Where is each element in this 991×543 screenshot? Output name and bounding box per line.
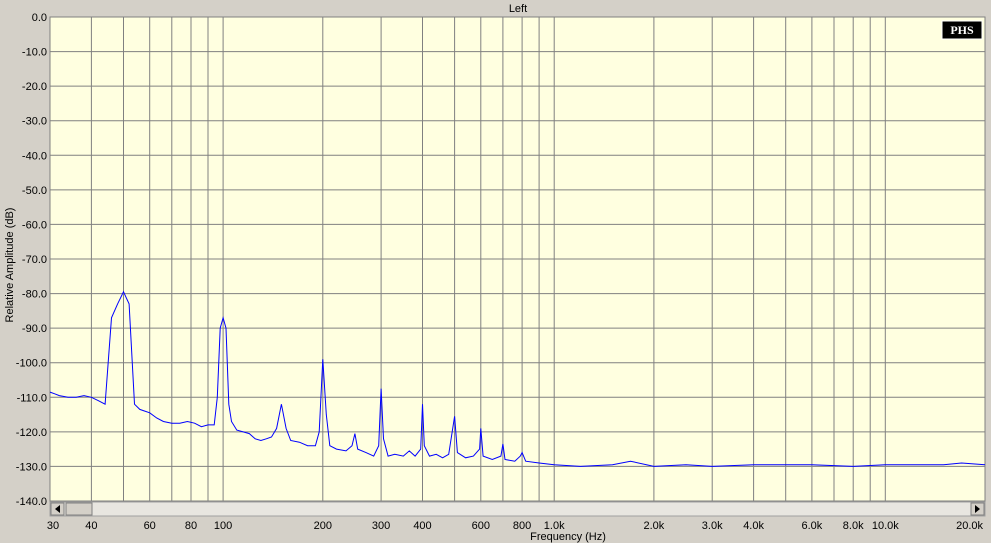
x-tick-label: 4.0k [743, 520, 764, 532]
y-axis-label: Relative Amplitude (dB) [4, 208, 16, 323]
x-axis-ticks: 30 40 60 80 100 200 300 400 600 800 1.0k 2.0k 3.0k 4.… [47, 520, 984, 532]
y-tick-label: -40.0 [22, 150, 47, 162]
x-tick-label: 400 [413, 520, 431, 532]
x-tick-label: 40 [85, 520, 97, 532]
y-tick-label: -70.0 [22, 254, 47, 266]
x-tick-label: 20.0k [956, 520, 983, 532]
x-tick-label: 60 [144, 520, 156, 532]
y-tick-label: -20.0 [22, 81, 47, 93]
x-tick-label: 600 [472, 520, 490, 532]
x-tick-label: 8.0k [843, 520, 864, 532]
horizontal-scrollbar[interactable] [49, 501, 986, 517]
y-tick-label: -80.0 [22, 289, 47, 301]
y-tick-label: -10.0 [22, 47, 47, 59]
x-tick-label: 200 [314, 520, 332, 532]
y-tick-label: -90.0 [22, 323, 47, 335]
y-tick-label: -120.0 [16, 427, 47, 439]
y-tick-label: -130.0 [16, 461, 47, 473]
y-tick-label: -100.0 [16, 358, 47, 370]
logo-text: PHS [950, 23, 974, 37]
y-tick-label: 0.0 [32, 12, 47, 24]
phs-logo: PHS [941, 20, 983, 40]
x-axis-label: Frequency (Hz) [530, 531, 606, 543]
y-tick-label: -110.0 [17, 392, 47, 404]
x-tick-label: 6.0k [802, 520, 823, 532]
x-tick-label: 300 [372, 520, 390, 532]
scroll-thumb[interactable] [65, 502, 93, 516]
x-tick-label: 3.0k [702, 520, 723, 532]
x-tick-label: 80 [185, 520, 197, 532]
y-tick-label: -50.0 [22, 185, 47, 197]
y-axis-ticks: 0.0 -10.0 -20.0 -30.0 -40.0 -50.0 -60.0 -70.0 -8… [16, 12, 47, 508]
x-tick-label: 2.0k [644, 520, 665, 532]
x-tick-label: 30 [47, 520, 59, 532]
y-tick-label: -60.0 [22, 219, 47, 231]
x-tick-label: 100 [214, 520, 232, 532]
y-tick-label: -30.0 [22, 116, 47, 128]
x-tick-label: 800 [513, 520, 531, 532]
chart: Left 0.0 -10.0 -20.0 -30.0 -40.0 -50.0 -60.0 -7… [4, 3, 986, 543]
y-tick-label: -140.0 [16, 496, 47, 508]
chart-title: Left [509, 3, 527, 15]
x-tick-label: 10.0k [872, 520, 899, 532]
